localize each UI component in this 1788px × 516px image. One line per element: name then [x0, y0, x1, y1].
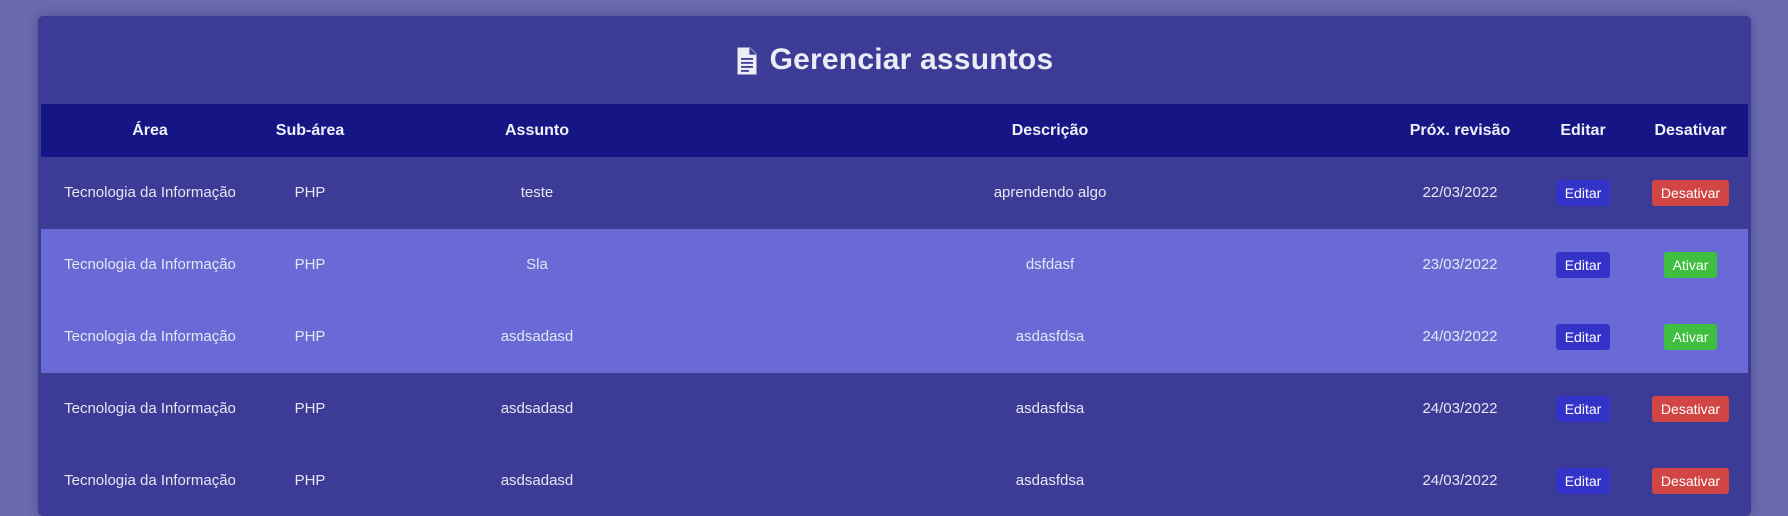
cell-toggle: Ativar [1633, 229, 1748, 301]
page-title: Gerenciar assuntos [769, 43, 1054, 76]
header-subarea: Sub-área [275, 121, 345, 139]
cell-revisao: 24/03/2022 [1422, 400, 1498, 417]
document-icon [737, 47, 757, 75]
deactivate-button[interactable]: Desativar [1651, 396, 1730, 422]
cell-subarea: PHP [294, 472, 326, 489]
table-row: Tecnologia da Informação PHP asdsadasd a… [41, 373, 1748, 445]
title-bar: Gerenciar assuntos [38, 16, 1751, 104]
edit-button[interactable]: Editar [1555, 252, 1611, 278]
table-header-row: Área Sub-área Assunto Descrição Próx. re… [41, 104, 1748, 157]
cell-toggle: Desativar [1633, 157, 1748, 229]
subjects-table: Área Sub-área Assunto Descrição Próx. re… [41, 104, 1748, 516]
cell-subarea: PHP [294, 256, 326, 273]
cell-toggle: Desativar [1633, 373, 1748, 445]
cell-revisao: 23/03/2022 [1422, 256, 1498, 273]
cell-revisao: 24/03/2022 [1422, 472, 1498, 489]
cell-revisao: 24/03/2022 [1422, 328, 1498, 345]
cell-descricao: asdasfdsa [1015, 328, 1085, 345]
cell-area: Tecnologia da Informação [64, 400, 236, 417]
cell-assunto: Sla [526, 256, 548, 273]
table-row: Tecnologia da Informação PHP asdsadasd a… [41, 301, 1748, 373]
cell-descricao: dsfdasf [1025, 256, 1075, 273]
table-row: Tecnologia da Informação PHP teste apren… [41, 157, 1748, 229]
header-desativar: Desativar [1654, 121, 1727, 139]
header-revisao: Próx. revisão [1409, 121, 1511, 139]
cell-assunto: asdsadasd [500, 472, 574, 489]
cell-edit: Editar [1533, 229, 1633, 301]
cell-assunto: asdsadasd [500, 328, 574, 345]
cell-descricao: asdasfdsa [1015, 472, 1085, 489]
cell-descricao: aprendendo algo [993, 184, 1107, 201]
cell-area: Tecnologia da Informação [64, 328, 236, 345]
cell-area: Tecnologia da Informação [64, 256, 236, 273]
deactivate-button[interactable]: Desativar [1651, 180, 1730, 206]
cell-assunto: teste [520, 184, 554, 201]
header-descricao: Descrição [1011, 121, 1089, 139]
cell-edit: Editar [1533, 157, 1633, 229]
cell-edit: Editar [1533, 373, 1633, 445]
cell-assunto: asdsadasd [500, 400, 574, 417]
header-editar: Editar [1560, 121, 1606, 139]
edit-button[interactable]: Editar [1555, 468, 1611, 494]
header-assunto: Assunto [505, 121, 569, 139]
edit-button[interactable]: Editar [1555, 396, 1611, 422]
table-row: Tecnologia da Informação PHP Sla dsfdasf… [41, 229, 1748, 301]
cell-edit: Editar [1533, 301, 1633, 373]
deactivate-button[interactable]: Desativar [1651, 468, 1730, 494]
cell-area: Tecnologia da Informação [64, 184, 236, 201]
cell-subarea: PHP [294, 184, 326, 201]
cell-descricao: asdasfdsa [1015, 400, 1085, 417]
activate-button[interactable]: Ativar [1663, 324, 1718, 350]
cell-area: Tecnologia da Informação [64, 472, 236, 489]
cell-revisao: 22/03/2022 [1422, 184, 1498, 201]
header-area: Área [132, 121, 168, 139]
subjects-card: Gerenciar assuntos Área Sub-área Assunto… [38, 16, 1751, 516]
cell-toggle: Desativar [1633, 445, 1748, 516]
edit-button[interactable]: Editar [1555, 180, 1611, 206]
cell-edit: Editar [1533, 445, 1633, 516]
cell-toggle: Ativar [1633, 301, 1748, 373]
cell-subarea: PHP [294, 328, 326, 345]
activate-button[interactable]: Ativar [1663, 252, 1718, 278]
table-row: Tecnologia da Informação PHP asdsadasd a… [41, 445, 1748, 516]
edit-button[interactable]: Editar [1555, 324, 1611, 350]
cell-subarea: PHP [294, 400, 326, 417]
